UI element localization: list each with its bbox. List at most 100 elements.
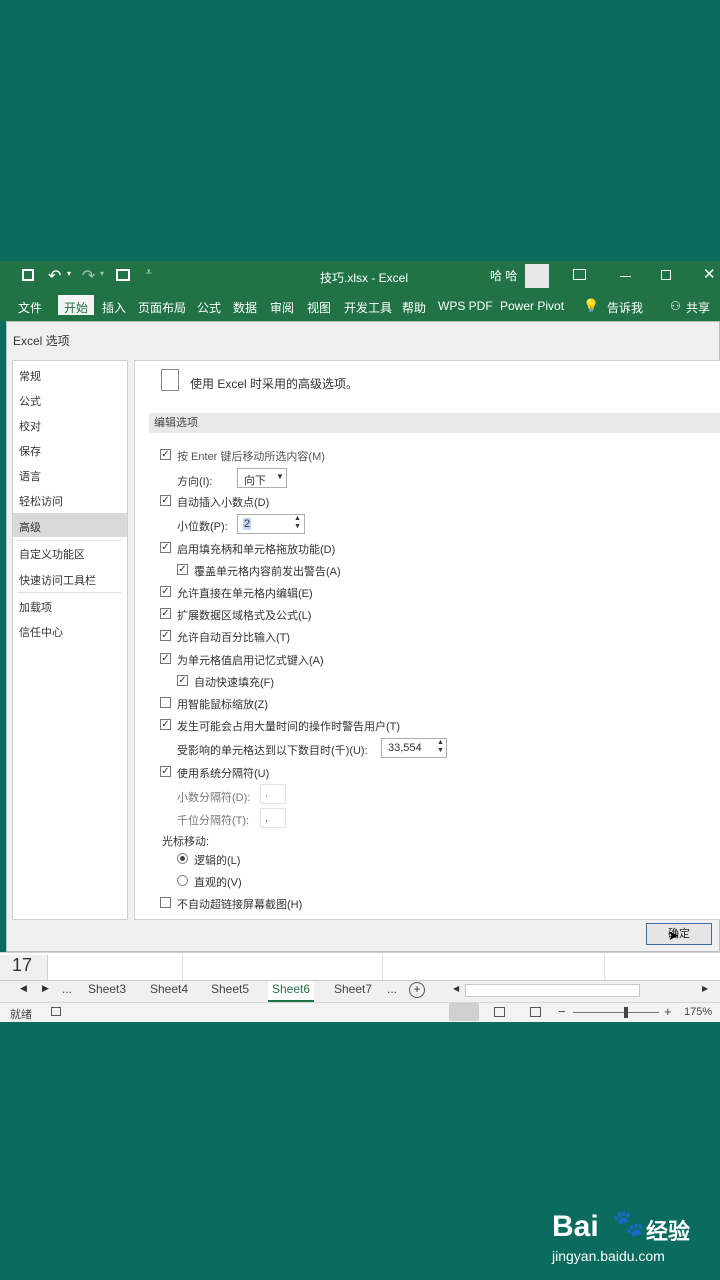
scroll-right-icon[interactable]: ▶ [42, 983, 49, 994]
no-hyperlink-screenshot-checkbox[interactable] [160, 897, 171, 908]
fill-handle-checkbox[interactable]: ✓ [160, 542, 171, 553]
person-icon: ⚇ [670, 299, 681, 313]
options-nav: 常规 公式 校对 保存 语言 轻松访问 高级 自定义功能区 快速访问工具栏 加载… [12, 360, 128, 920]
stepper-arrows-icon[interactable]: ▲ ▼ [437, 739, 444, 755]
zoom-slider[interactable] [573, 1012, 659, 1013]
tab-data[interactable]: 数据 [233, 299, 257, 316]
overwrite-alert-checkbox[interactable]: ✓ [177, 564, 188, 575]
nav-item-trust-center[interactable]: 信任中心 [19, 624, 63, 640]
visual-radio[interactable] [177, 875, 188, 886]
save-icon[interactable] [22, 269, 34, 281]
autocomplete-checkbox[interactable]: ✓ [160, 653, 171, 664]
direction-label: 方向(I): [177, 476, 213, 488]
ribbon-display-icon[interactable] [573, 269, 586, 280]
zoom-level[interactable]: 175% [684, 1006, 712, 1018]
tab-formulas[interactable]: 公式 [197, 299, 221, 316]
tell-me-search[interactable]: 告诉我 [607, 299, 643, 316]
fill-handle-label: 启用填充柄和单元格拖放功能(D) [177, 544, 336, 556]
tab-page-layout[interactable]: 页面布局 [138, 299, 186, 316]
user-name[interactable]: 哈 哈 [490, 267, 517, 284]
tab-file[interactable]: 文件 [18, 299, 42, 316]
zoom-slider-thumb[interactable] [624, 1007, 628, 1018]
status-bar: 就绪 − + 175% [0, 1002, 720, 1022]
nav-item-advanced[interactable]: 高级 [19, 519, 41, 535]
places-stepper[interactable]: 2 ▲ ▼ [237, 514, 305, 534]
sheet-grid-row: 17 [0, 952, 720, 983]
nav-item-customize-ribbon[interactable]: 自定义功能区 [19, 546, 85, 562]
maximize-icon[interactable] [661, 270, 671, 280]
tab-help[interactable]: 帮助 [402, 299, 426, 316]
tab-developer[interactable]: 开发工具 [344, 299, 392, 316]
nav-item-quick-access-toolbar[interactable]: 快速访问工具栏 [19, 572, 96, 588]
sheet-tab-more-right[interactable]: ... [383, 981, 401, 1000]
extend-formats-checkbox[interactable]: ✓ [160, 608, 171, 619]
tab-wps-pdf[interactable]: WPS PDF [438, 299, 493, 313]
scroll-left-icon[interactable]: ◀ [20, 983, 27, 994]
cells-label: 受影响的单元格达到以下数目时(千)(U): [177, 745, 368, 757]
nav-item-general[interactable]: 常规 [19, 368, 41, 384]
page-break-view-icon[interactable] [530, 1007, 541, 1017]
nav-item-add-ins[interactable]: 加载项 [19, 599, 52, 615]
tab-view[interactable]: 视图 [307, 299, 331, 316]
undo-icon[interactable]: ↶ [48, 266, 61, 286]
edit-in-cell-label: 允许直接在单元格内编辑(E) [177, 588, 313, 600]
sheet-tab-sheet3[interactable]: Sheet3 [84, 981, 130, 1000]
zoom-in-icon[interactable]: + [664, 1004, 672, 1019]
sheet-tab-more-left[interactable]: ... [58, 981, 76, 1000]
intellimouse-zoom-checkbox[interactable] [160, 697, 171, 708]
enter-move-checkbox[interactable]: ✓ [160, 449, 171, 460]
redo-icon[interactable]: ↷ [82, 266, 95, 286]
decimal-separator-field[interactable]: . [260, 784, 286, 804]
minimize-icon[interactable] [620, 276, 631, 277]
system-separators-checkbox[interactable]: ✓ [160, 766, 171, 777]
document-settings-icon [161, 369, 179, 391]
close-icon[interactable]: ✕ [703, 265, 716, 283]
normal-view-icon[interactable] [449, 1003, 479, 1021]
direction-select[interactable]: 向下 ▼ [237, 468, 287, 488]
title-bar: ↶ ▾ ↷ ▾ ⩡ 技巧.xlsx - Excel 哈 哈 ✕ [0, 261, 720, 293]
nav-item-formulas[interactable]: 公式 [19, 393, 41, 409]
nav-item-accessibility[interactable]: 轻松访问 [19, 493, 63, 509]
cells-stepper[interactable]: 33,554 ▲ ▼ [381, 738, 447, 758]
sheet-tab-sheet4[interactable]: Sheet4 [146, 981, 192, 1000]
flash-fill-checkbox[interactable]: ✓ [177, 675, 188, 686]
undo-dropdown-icon[interactable]: ▾ [67, 269, 71, 278]
overwrite-alert-label: 覆盖单元格内容前发出警告(A) [194, 566, 341, 578]
page-layout-view-icon[interactable] [494, 1007, 505, 1017]
horizontal-scrollbar[interactable] [465, 984, 640, 997]
visual-label: 直观的(V) [194, 877, 242, 889]
tab-home[interactable]: 开始 [58, 295, 95, 315]
share-button[interactable]: 共享 [686, 299, 710, 316]
watermark-url: jingyan.baidu.com [552, 1248, 665, 1264]
hscroll-right-icon[interactable]: ▶ [702, 984, 708, 993]
redo-dropdown-icon[interactable]: ▾ [100, 269, 104, 278]
mouse-cursor-icon: ➤ [668, 928, 679, 943]
auto-percent-checkbox[interactable]: ✓ [160, 630, 171, 641]
stepper-arrows-icon[interactable]: ▲ ▼ [294, 515, 301, 531]
edit-in-cell-checkbox[interactable]: ✓ [160, 586, 171, 597]
add-sheet-icon[interactable]: + [409, 982, 425, 998]
sheet-tab-sheet6[interactable]: Sheet6 [268, 981, 315, 1002]
form-icon[interactable] [116, 269, 130, 281]
avatar[interactable] [525, 264, 549, 288]
sheet-tab-sheet7[interactable]: Sheet7 [330, 981, 376, 1000]
nav-item-language[interactable]: 语言 [19, 468, 41, 484]
logical-radio[interactable] [177, 853, 188, 864]
ok-button[interactable]: 确定 [646, 923, 712, 945]
tab-review[interactable]: 审阅 [270, 299, 294, 316]
customize-qat-icon[interactable]: ⩡ [146, 267, 152, 278]
sheet-tab-sheet5[interactable]: Sheet5 [207, 981, 253, 1000]
thousands-separator-field[interactable]: , [260, 808, 286, 828]
zoom-out-icon[interactable]: − [558, 1004, 566, 1019]
row-header[interactable]: 17 [0, 955, 48, 982]
accessibility-icon[interactable] [51, 1007, 61, 1016]
auto-decimal-checkbox[interactable]: ✓ [160, 495, 171, 506]
hscroll-left-icon[interactable]: ◀ [453, 984, 459, 993]
watermark-brand-cn: 经验 [646, 1219, 691, 1244]
nav-item-proofing[interactable]: 校对 [19, 418, 41, 434]
grid-line [182, 955, 183, 983]
warn-long-ops-checkbox[interactable]: ✓ [160, 719, 171, 730]
tab-power-pivot[interactable]: Power Pivot [500, 299, 564, 313]
nav-item-save[interactable]: 保存 [19, 443, 41, 459]
tab-insert[interactable]: 插入 [102, 299, 126, 316]
